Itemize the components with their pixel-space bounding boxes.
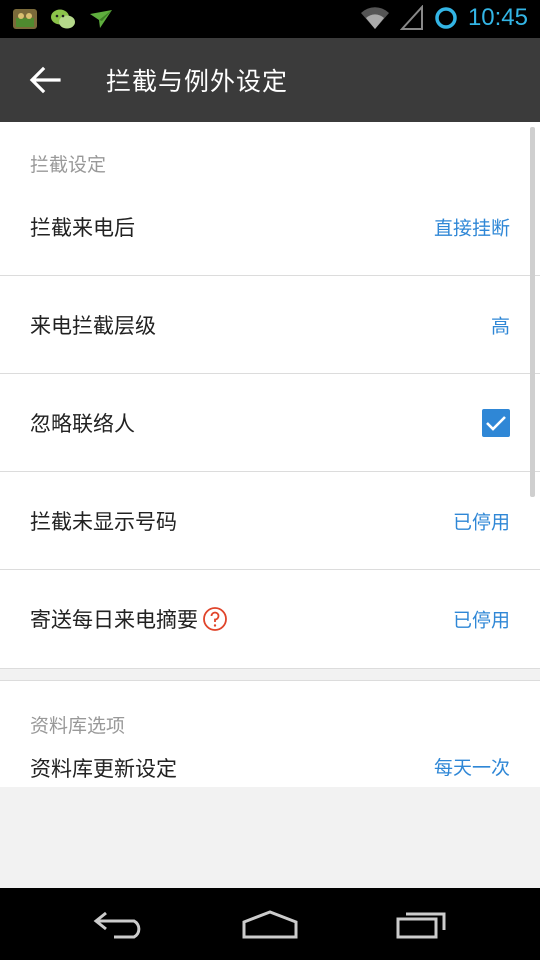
row-value: 每天一次 [433, 757, 510, 779]
row-after-block-call[interactable]: 拦截来电后 直接挂断 [0, 178, 540, 276]
checkmark-icon [486, 415, 506, 431]
signal-icon [399, 5, 423, 30]
arrow-back-icon [29, 66, 61, 94]
back-button[interactable] [18, 58, 72, 102]
row-value: 直接挂断 [433, 217, 510, 239]
notification-icons [12, 6, 114, 32]
row-label: 资料库更新设定 [30, 757, 177, 781]
navigation-bar [0, 888, 540, 960]
system-icons: 10:45 [360, 4, 528, 32]
status-bar: 10:45 [0, 0, 540, 38]
nav-home-button[interactable] [230, 904, 310, 944]
game-app-icon [13, 9, 37, 29]
row-block-hidden-numbers[interactable]: 拦截未显示号码 已停用 [0, 472, 540, 570]
app-bar: 拦截与例外设定 [0, 38, 540, 122]
row-label: 忽略联络人 [30, 411, 135, 436]
nav-recents-button[interactable] [382, 904, 462, 944]
page-title: 拦截与例外设定 [106, 67, 289, 96]
row-label-text: 寄送每日来电摘要 [30, 608, 198, 632]
back-nav-icon [93, 911, 141, 939]
row-ignore-contacts[interactable]: 忽略联络人 [0, 374, 540, 472]
row-value: 已停用 [452, 609, 510, 632]
wifi-icon [360, 7, 389, 29]
wechat-icon [51, 9, 75, 29]
section-header-block-settings: 拦截设定 [30, 154, 107, 176]
nav-back-button[interactable] [80, 904, 160, 944]
row-label: 拦截未显示号码 [30, 509, 177, 534]
section-block-settings: 拦截设定 拦截来电后 直接挂断 来电拦截层级 高 忽略联络人 拦截未显示号码 已… [0, 122, 540, 668]
row-daily-call-summary[interactable]: 寄送每日来电摘要 已停用 [0, 570, 540, 668]
ignore-contacts-checkbox[interactable] [482, 408, 510, 437]
row-value: 高 [490, 315, 510, 337]
row-label: 拦截来电后 [30, 215, 135, 240]
home-nav-icon [242, 910, 298, 939]
row-database-update[interactable]: 资料库更新设定 每天一次 [0, 731, 540, 787]
status-clock: 10:45 [467, 4, 528, 31]
sync-ring-icon [435, 7, 457, 29]
row-value: 已停用 [452, 511, 510, 533]
row-label: 来电拦截层级 [30, 313, 156, 338]
section-database-options: 资料库选项 资料库更新设定 每天一次 [0, 681, 540, 787]
recents-nav-icon [396, 912, 446, 939]
settings-list: 拦截设定 拦截来电后 直接挂断 来电拦截层级 高 忽略联络人 拦截未显示号码 已… [0, 122, 540, 787]
question-circle-icon[interactable] [202, 606, 228, 632]
row-block-level[interactable]: 来电拦截层级 高 [0, 276, 540, 374]
paper-plane-icon [90, 10, 112, 28]
row-label-with-help: 寄送每日来电摘要 [30, 604, 228, 634]
scrollbar[interactable] [530, 127, 535, 497]
section-divider [0, 668, 540, 681]
